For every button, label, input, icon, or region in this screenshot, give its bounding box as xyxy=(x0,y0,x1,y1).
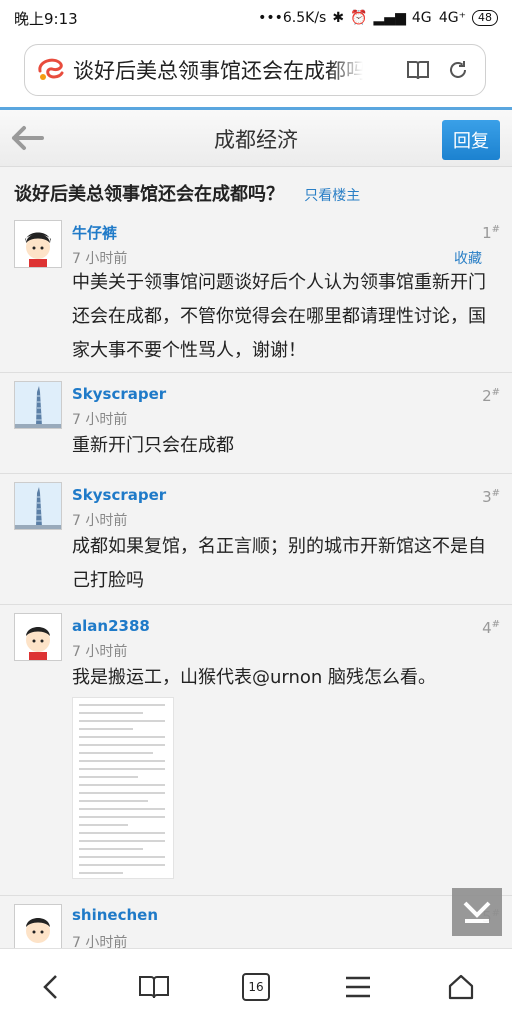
sogou-logo-icon xyxy=(29,50,73,90)
network-speed: •••6.5K/s xyxy=(258,10,327,26)
tabs-button[interactable]: 16 xyxy=(231,962,281,1012)
favorite-link[interactable]: 收藏 xyxy=(454,248,482,268)
only-op-link[interactable]: 只看楼主 xyxy=(304,188,360,204)
avatar[interactable] xyxy=(14,220,62,268)
post-username[interactable]: alan2388 xyxy=(72,617,150,635)
tab-count: 16 xyxy=(241,973,270,1001)
bottom-nav: 16 xyxy=(0,948,512,1025)
post-4: alan2388 7 小时前 4# 我是搬运工，山猴代表@urnon 脑残怎么看… xyxy=(0,605,512,896)
browser-toolbar: 谈好后美总领事馆还会在成都吗 xyxy=(0,36,512,108)
post-time: 7 小时前 xyxy=(72,644,128,660)
floor-mark: # xyxy=(491,488,500,499)
avatar[interactable] xyxy=(14,482,62,530)
network-type: 4G 4G⁺ xyxy=(411,10,466,26)
post-time: 7 小时前 xyxy=(72,935,128,948)
bookmarks-icon[interactable] xyxy=(129,962,179,1012)
post-username[interactable]: Skyscraper xyxy=(72,486,166,504)
reply-button[interactable]: 回复 xyxy=(442,120,500,160)
floor-value: 4 xyxy=(482,619,492,637)
signal-icon: ▂▄▆ xyxy=(373,10,406,26)
forum-title: 成都经济 xyxy=(214,128,298,152)
status-bar: 晚上9:13 •••6.5K/s ✱ ⏰ ▂▄▆ 4G 4G⁺ 48 xyxy=(0,0,512,36)
post-username[interactable]: shinechen xyxy=(72,906,158,924)
back-icon[interactable] xyxy=(26,962,76,1012)
post-content: 成都如果复馆，名正言顺；别的城市开新馆这不是自己打脸吗 xyxy=(72,536,486,591)
battery-icon: 48 xyxy=(472,10,498,26)
thread-title: 谈好后美总领事馆还会在成都吗？ 只看楼主 xyxy=(14,180,360,206)
thread-title-text: 谈好后美总领事馆还会在成都吗？ xyxy=(14,184,284,205)
refresh-icon[interactable] xyxy=(445,57,471,83)
avatar[interactable] xyxy=(14,381,62,429)
post-1: 牛仔裤 7 小时前 1# 收藏 中美关于领事馆问题谈好后个人认为领事馆重新开门还… xyxy=(0,212,512,373)
status-indicators: •••6.5K/s ✱ ⏰ ▂▄▆ 4G 4G⁺ 48 xyxy=(258,10,498,26)
post-content: 重新开门只会在成都 xyxy=(72,435,234,456)
avatar[interactable] xyxy=(14,613,62,661)
address-bar[interactable]: 谈好后美总领事馆还会在成都吗 xyxy=(24,44,486,96)
menu-icon[interactable] xyxy=(333,962,383,1012)
post-username[interactable]: 牛仔裤 xyxy=(72,222,117,243)
avatar[interactable] xyxy=(14,904,62,948)
post-3: Skyscraper 7 小时前 3# 成都如果复馆，名正言顺；别的城市开新馆这… xyxy=(0,474,512,605)
home-icon[interactable] xyxy=(436,962,486,1012)
post-time: 7 小时前 xyxy=(72,513,128,529)
floor-mark: # xyxy=(491,224,500,235)
post-2: Skyscraper 7 小时前 2# 重新开门只会在成都 xyxy=(0,373,512,474)
floor-value: 1 xyxy=(482,224,492,242)
bluetooth-icon: ✱ xyxy=(332,10,345,26)
floor-mark: # xyxy=(491,619,500,630)
status-time: 晚上9:13 xyxy=(14,9,78,28)
floor-number: 3# xyxy=(482,488,500,506)
forum-header: 成都经济 回复 xyxy=(0,110,512,167)
post-time: 7 小时前 xyxy=(72,412,128,428)
address-text[interactable]: 谈好后美总领事馆还会在成都吗 xyxy=(73,55,363,85)
alarm-icon: ⏰ xyxy=(350,10,368,26)
floor-mark: # xyxy=(491,387,500,398)
floor-number: 2# xyxy=(482,387,500,405)
post-image[interactable] xyxy=(72,697,174,879)
floor-number: 4# xyxy=(482,619,500,637)
floor-value: 3 xyxy=(482,488,492,506)
post-content: 我是搬运工，山猴代表@urnon 脑残怎么看。 xyxy=(72,667,437,688)
post-content: 中美关于领事馆问题谈好后个人认为领事馆重新开门还会在成都，不管你觉得会在哪里都请… xyxy=(72,272,486,361)
post-username[interactable]: Skyscraper xyxy=(72,385,166,403)
post-time: 7 小时前 xyxy=(72,251,128,267)
scroll-to-bottom-icon[interactable] xyxy=(452,888,502,936)
book-icon[interactable] xyxy=(405,57,431,83)
floor-number: 1# xyxy=(482,224,500,242)
floor-value: 2 xyxy=(482,387,492,405)
post-5: shinechen 7 小时前 5# xyxy=(0,896,512,948)
